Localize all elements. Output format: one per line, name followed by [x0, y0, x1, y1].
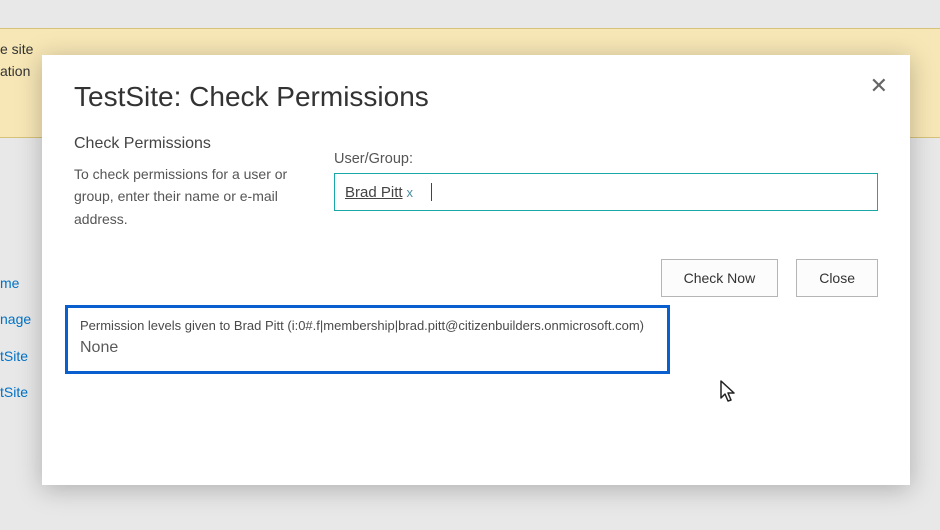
nav-link[interactable]: tSite — [0, 338, 31, 374]
user-group-input[interactable]: Brad Pitt x — [334, 173, 878, 211]
remove-user-icon[interactable]: x — [407, 185, 414, 200]
permissions-result-box: Permission levels given to Brad Pitt (i:… — [65, 305, 670, 374]
text-cursor — [431, 183, 432, 201]
result-value: None — [80, 339, 655, 357]
close-button[interactable]: Close — [796, 259, 878, 297]
result-header: Permission levels given to Brad Pitt (i:… — [80, 318, 655, 333]
nav-link[interactable]: me — [0, 265, 31, 301]
dialog-title: TestSite: Check Permissions — [74, 81, 878, 113]
picked-user-chip[interactable]: Brad Pitt — [345, 184, 403, 201]
close-icon[interactable]: ✕ — [870, 73, 888, 99]
check-now-button[interactable]: Check Now — [661, 259, 779, 297]
left-nav: me nage tSite tSite — [0, 265, 31, 411]
user-group-label: User/Group: — [334, 151, 878, 167]
check-permissions-dialog: ✕ TestSite: Check Permissions Check Perm… — [42, 55, 910, 485]
section-description: To check permissions for a user or group… — [74, 163, 294, 230]
nav-link[interactable]: tSite — [0, 374, 31, 410]
section-heading: Check Permissions — [74, 135, 294, 153]
nav-link[interactable]: nage — [0, 301, 31, 337]
mouse-cursor-icon — [720, 380, 738, 404]
